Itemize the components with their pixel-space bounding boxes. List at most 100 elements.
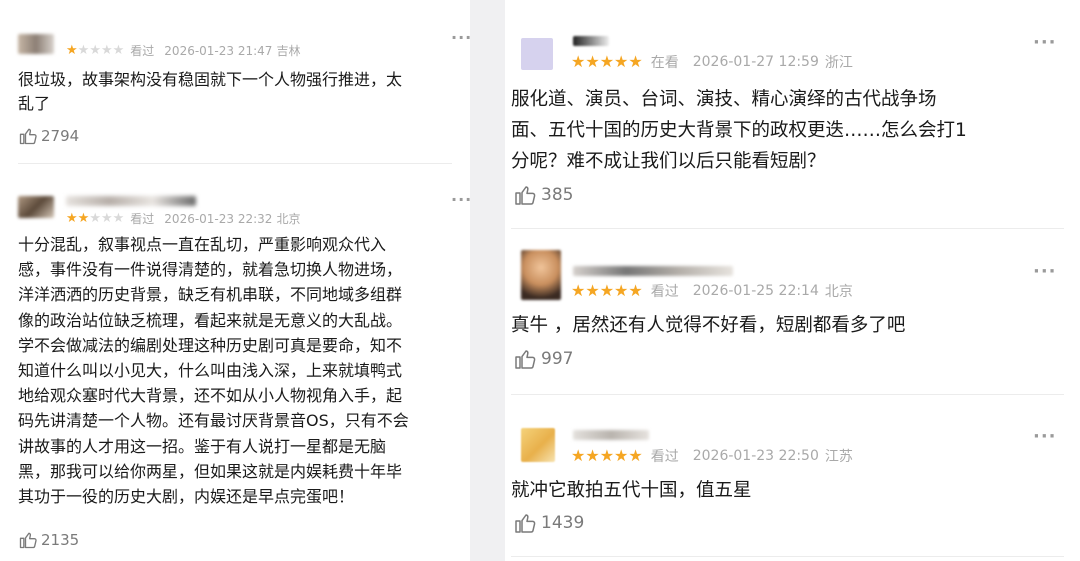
like-button[interactable]: 385 <box>513 183 573 207</box>
like-button[interactable]: 2135 <box>18 530 79 550</box>
review-meta: ★ ★ ★ ★ ★ 看过 2026-01-23 22:50 江苏 <box>571 446 853 466</box>
review-meta: ★ ★ ★ ★ ★ 看过 2026-01-23 21:47 吉林 <box>66 42 300 59</box>
avatar[interactable] <box>18 196 54 218</box>
more-options-icon[interactable]: ··· <box>1033 34 1057 52</box>
star-icon: ★ <box>89 43 101 58</box>
divider <box>511 228 1064 229</box>
location: 北京 <box>276 212 301 226</box>
like-button[interactable]: 997 <box>513 347 573 371</box>
star-rating: ★ ★ ★ ★ ★ <box>66 44 124 57</box>
username-blurred <box>66 196 196 206</box>
star-icon: ★ <box>614 446 629 465</box>
review-text: 真牛 ，居然还有人觉得不好看，短剧都看多了吧 <box>511 310 1071 341</box>
timestamp: 2026-01-25 22:14 <box>692 283 819 299</box>
review-text: 就冲它敢拍五代十国，值五星 <box>511 475 1071 506</box>
timestamp: 2026-01-27 12:59 <box>692 54 819 70</box>
star-icon: ★ <box>77 43 90 58</box>
star-icon: ★ <box>628 52 643 71</box>
review-text-line: 地给观众塞时代大背景，还不如从小人物视角入手，起 <box>18 386 403 406</box>
watch-status: 看过 <box>130 44 155 58</box>
review-text-line: 学不会做减法的编剧处理这种历史剧可真是要命，知不 <box>18 335 403 355</box>
more-options-icon[interactable]: ··· <box>451 192 472 208</box>
divider <box>511 556 1064 557</box>
review-text-line: 像的政治站位缺乏梳理，看起来就是无意义的大乱战。 <box>18 310 403 330</box>
like-count: 2794 <box>41 127 80 145</box>
star-icon: ★ <box>77 211 90 226</box>
review-text: 服化道、演员、台词、演技、精心演绎的古代战争场 面、五代十国的历史大背景下的政权… <box>511 84 1071 177</box>
review-text-line: 很垃圾，故事架构没有稳固就下一个人物强行推进，太 <box>18 70 403 89</box>
avatar[interactable] <box>18 34 54 54</box>
like-count: 1439 <box>541 513 585 533</box>
review-text-line: 面、五代十国的历史大背景下的政权更迭……怎么会打1 <box>511 120 967 141</box>
review-meta: ★ ★ ★ ★ ★ 在看 2026-01-27 12:59 浙江 <box>571 52 853 72</box>
star-icon: ★ <box>599 446 615 465</box>
review-text-line: 洋洋洒洒的历史背景，缺乏有机串联，不同地域多组群 <box>18 285 403 305</box>
star-icon: ★ <box>585 281 600 300</box>
location: 江苏 <box>824 449 853 465</box>
left-review-column: ★ ★ ★ ★ ★ 看过 2026-01-23 21:47 吉林 ··· 很垃圾，故事架… <box>0 0 472 561</box>
timestamp: 2026-01-23 22:32 <box>164 211 273 226</box>
review-text-line: 讲故事的人才用这一招。鉴于有人说打一星都是无脑 <box>18 436 387 456</box>
review-text-line: 服化道、演员、台词、演技、精心演绎的古代战争场 <box>511 89 937 110</box>
username-blurred <box>573 430 649 440</box>
right-review-column: ★ ★ ★ ★ ★ 在看 2026-01-27 12:59 浙江 ··· 服化道、演员、… <box>505 0 1080 561</box>
thumbs-up-icon <box>18 126 38 146</box>
more-options-icon[interactable]: ··· <box>1033 428 1057 446</box>
star-icon: ★ <box>571 52 586 71</box>
review-text-line: 码先讲清楚一个人物。还有最讨厌背景音OS，只有不会 <box>18 411 409 431</box>
like-button[interactable]: 2794 <box>18 126 79 146</box>
avatar[interactable] <box>521 250 561 300</box>
review-meta: ★ ★ ★ ★ ★ 看过 2026-01-23 22:32 北京 <box>66 210 300 227</box>
thumbs-up-icon <box>18 530 38 550</box>
like-count: 2135 <box>41 531 80 549</box>
star-rating: ★ ★ ★ ★ ★ <box>571 54 643 70</box>
review-text-line: 其功于一役的历史大剧，内娱还是早点完蛋吧！ <box>18 487 355 507</box>
timestamp: 2026-01-23 21:47 <box>164 43 273 58</box>
avatar[interactable] <box>521 428 555 462</box>
more-options-icon[interactable]: ··· <box>1033 263 1057 281</box>
review-text-line: 乱了 <box>18 94 51 113</box>
review-meta: ★ ★ ★ ★ ★ 看过 2026-01-25 22:14 北京 <box>571 281 853 301</box>
star-icon: ★ <box>66 211 78 226</box>
review-text-line: 分呢？难不成让我们以后只能看短剧？ <box>511 151 826 172</box>
thumbs-up-icon <box>513 183 537 207</box>
star-icon: ★ <box>585 52 600 71</box>
like-count: 385 <box>541 185 574 205</box>
star-icon: ★ <box>89 211 101 226</box>
review-text-line: 就冲它敢拍五代十国，值五星 <box>511 480 752 501</box>
star-icon: ★ <box>66 43 78 58</box>
review-text-line: 感，事件没有一件说得清楚的，就着急切换人物进场， <box>18 260 403 280</box>
star-icon: ★ <box>599 281 615 300</box>
review-page: ★ ★ ★ ★ ★ 看过 2026-01-23 21:47 吉林 ··· 很垃圾，故事架… <box>0 0 1080 561</box>
review-text-line: 十分混乱，叙事视点一直在乱切，严重影响观众代入 <box>18 235 387 254</box>
watch-status: 看过 <box>130 212 155 226</box>
review-text: 十分混乱，叙事视点一直在乱切，严重影响观众代入 感，事件没有一件说得清楚的，就着… <box>18 232 478 509</box>
star-rating: ★ ★ ★ ★ ★ <box>66 212 124 225</box>
star-icon: ★ <box>599 52 615 71</box>
divider <box>511 394 1064 395</box>
star-icon: ★ <box>614 52 629 71</box>
star-rating: ★ ★ ★ ★ ★ <box>571 283 643 299</box>
review-text: 很垃圾，故事架构没有稳固就下一个人物强行推进，太 乱了 <box>18 68 468 116</box>
review-text-line: 知道什么叫以小见大，什么叫由浅入深，上来就填鸭式 <box>18 361 403 381</box>
username-blurred <box>573 36 609 46</box>
like-count: 997 <box>541 349 574 369</box>
like-button[interactable]: 1439 <box>513 511 584 535</box>
star-icon: ★ <box>571 281 586 300</box>
watch-status: 在看 <box>650 55 679 71</box>
avatar[interactable] <box>521 38 553 70</box>
watch-status: 看过 <box>650 449 679 465</box>
review-text-line: 真牛 ，居然还有人觉得不好看，短剧都看多了吧 <box>511 315 906 336</box>
star-icon: ★ <box>614 281 629 300</box>
star-icon: ★ <box>112 43 125 58</box>
star-icon: ★ <box>628 446 643 465</box>
username-blurred <box>573 266 733 276</box>
star-icon: ★ <box>628 281 643 300</box>
star-icon: ★ <box>571 446 586 465</box>
location: 吉林 <box>276 44 301 58</box>
divider <box>18 163 452 164</box>
thumbs-up-icon <box>513 347 537 371</box>
location: 北京 <box>824 284 853 300</box>
more-options-icon[interactable]: ··· <box>451 30 472 46</box>
review-text-line: 黑，那我可以给你两星，但如果这就是内娱耗费十年毕 <box>18 461 403 481</box>
